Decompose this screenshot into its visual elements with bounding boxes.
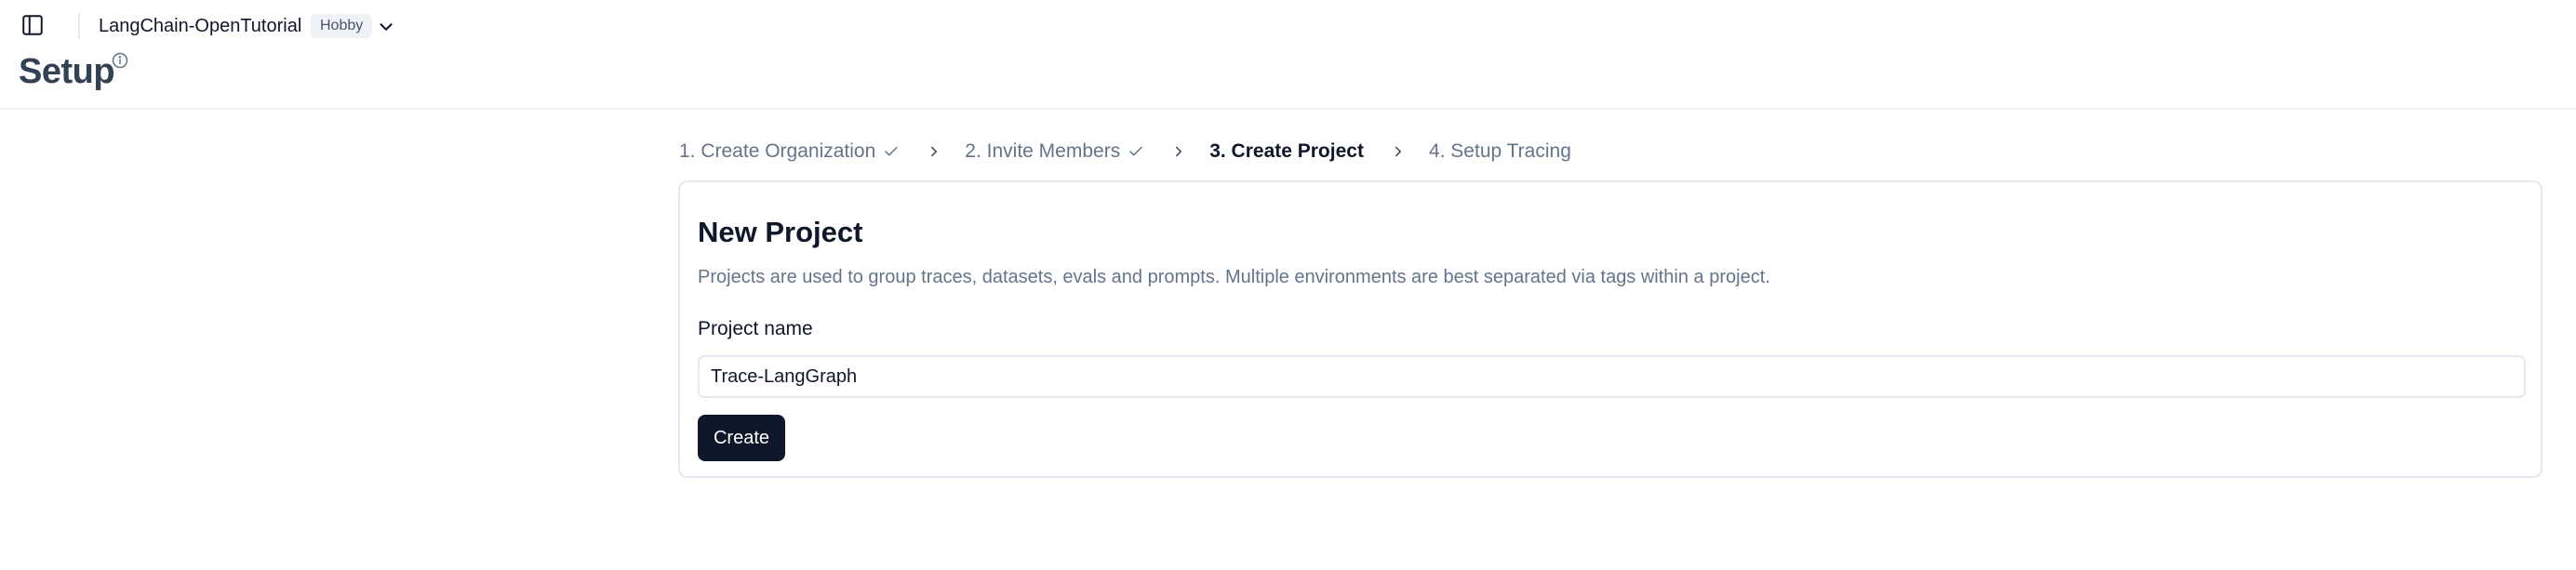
top-bar: LangChain-OpenTutorial Hobby bbox=[0, 0, 2576, 54]
step-invite-members[interactable]: 2. Invite Members bbox=[965, 140, 1144, 163]
page-title: Setup bbox=[19, 52, 115, 91]
create-button[interactable]: Create bbox=[698, 415, 785, 461]
step-create-organization[interactable]: 1. Create Organization bbox=[679, 140, 900, 163]
step-setup-tracing[interactable]: 4. Setup Tracing bbox=[1429, 140, 1571, 163]
plan-badge: Hobby bbox=[311, 14, 373, 38]
check-icon bbox=[885, 146, 899, 156]
step-label: 4. Setup Tracing bbox=[1428, 140, 1571, 162]
header-divider bbox=[0, 108, 2576, 110]
step-label: 3. Create Project bbox=[1209, 140, 1364, 162]
new-project-card: New Project Projects are used to group t… bbox=[678, 180, 2543, 478]
info-icon[interactable] bbox=[111, 51, 129, 70]
step-label: 2. Invite Members bbox=[965, 140, 1121, 162]
chevron-right-icon bbox=[1176, 146, 1182, 157]
project-name-label: Project name bbox=[698, 318, 813, 339]
chevron-right-icon bbox=[1395, 146, 1401, 157]
sidebar-toggle-icon[interactable] bbox=[20, 13, 45, 37]
check-icon bbox=[1129, 146, 1142, 156]
chevron-right-icon bbox=[931, 146, 938, 157]
card-title: New Project bbox=[698, 216, 863, 248]
card-description: Projects are used to group traces, datas… bbox=[698, 267, 1770, 287]
setup-stepper: 1. Create Organization 2. Invite Members… bbox=[679, 138, 1571, 166]
project-name-input[interactable] bbox=[698, 355, 2526, 398]
step-label: 1. Create Organization bbox=[679, 140, 876, 162]
chevron-down-icon[interactable] bbox=[376, 17, 396, 37]
organization-name[interactable]: LangChain-OpenTutorial bbox=[99, 16, 301, 37]
topbar-divider bbox=[78, 13, 80, 39]
step-create-project[interactable]: 3. Create Project bbox=[1209, 140, 1364, 163]
